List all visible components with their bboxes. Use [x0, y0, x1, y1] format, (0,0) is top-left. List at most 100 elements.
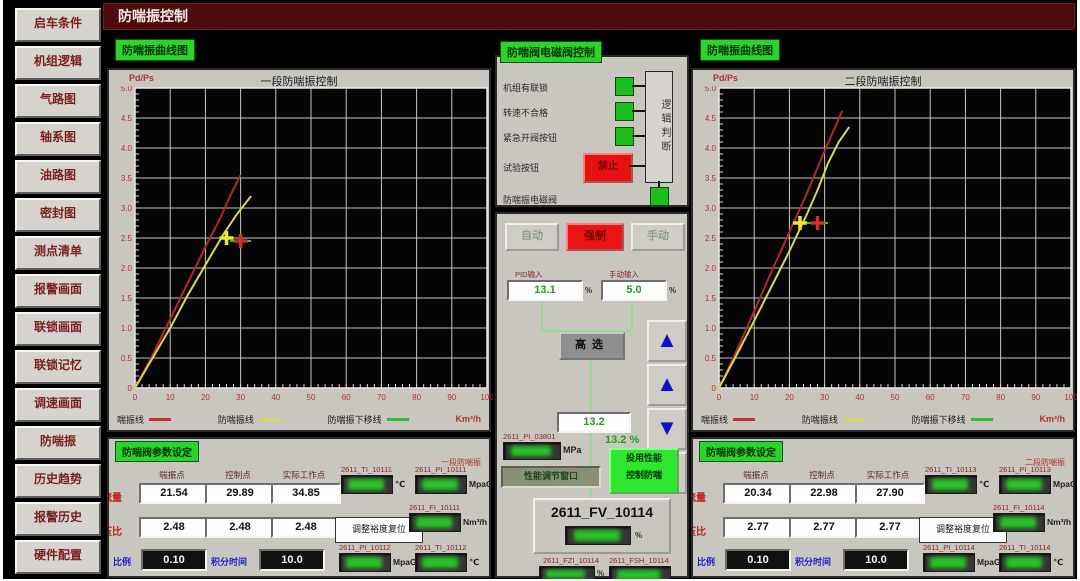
increase-fast-button[interactable]: ▲ — [647, 320, 687, 362]
row-label: 压比 — [691, 523, 706, 538]
svg-text:70: 70 — [377, 393, 386, 402]
force-mode-button[interactable]: 强制 — [566, 223, 624, 251]
legend-swatch — [149, 418, 171, 421]
proportional-value[interactable]: 0.10 — [725, 549, 791, 571]
sidebar-item-8[interactable]: 联锁画面 — [15, 312, 101, 346]
col-header: 控制点 — [789, 469, 855, 481]
manual-input-value[interactable]: 5.0 — [601, 280, 667, 301]
svg-text:0.5: 0.5 — [705, 354, 717, 363]
enable-line1: 投用性能 — [611, 450, 677, 467]
param-panel-header: 防喘阀参数设定 — [115, 441, 199, 462]
param-value[interactable]: 27.90 — [855, 483, 925, 504]
param-value[interactable]: 2.77 — [855, 517, 925, 538]
param-value[interactable]: 2.48 — [139, 517, 209, 538]
param-value[interactable]: 2.77 — [723, 517, 793, 538]
param-value[interactable]: 2.48 — [271, 517, 341, 538]
pid-input-label: PID输入 — [515, 269, 543, 280]
sidebar-item-14[interactable]: 硬件配置 — [15, 540, 101, 574]
integral-time-value[interactable]: 10.0 — [259, 549, 325, 571]
solenoid-valve-indicator — [650, 187, 669, 206]
legend-label: 防喘振线 — [802, 413, 838, 426]
param-value[interactable]: 20.34 — [723, 483, 793, 504]
sidebar-item-12[interactable]: 历史趋势 — [15, 464, 101, 498]
instrument-display — [341, 475, 393, 494]
sidebar-item-5[interactable]: 密封图 — [15, 198, 101, 232]
svg-text:1.5: 1.5 — [121, 294, 133, 303]
instrument-tag: 2611_TI_10113 — [925, 465, 976, 474]
instrument-unit: ℃ — [395, 479, 405, 490]
pid-input-value[interactable]: 13.1 — [507, 280, 583, 301]
test-forbid-button[interactable]: 禁止 — [583, 153, 633, 183]
instrument-tag: 2611_PI_10114 — [923, 543, 975, 552]
sidebar-item-9[interactable]: 联锁记忆 — [15, 350, 101, 384]
x-axis-unit: Km³/h — [455, 414, 481, 424]
surge-chart-stage2: 010203040506070809010000.51.01.52.02.53.… — [693, 86, 1077, 410]
solenoid-logic-panel: 机组有联锁转速不合格紧急开阀按钮试验按钮禁止 逻辑判断 防喘振电磁阀 — [495, 55, 689, 207]
param-value[interactable]: 2.77 — [789, 517, 859, 538]
sidebar-item-4[interactable]: 油路图 — [15, 160, 101, 194]
svg-text:40: 40 — [855, 393, 864, 402]
svg-text:3.0: 3.0 — [121, 204, 133, 213]
auto-mode-button[interactable]: 自动 — [505, 223, 559, 251]
param-value[interactable]: 34.85 — [271, 483, 341, 504]
svg-text:2.5: 2.5 — [705, 234, 717, 243]
sidebar-item-7[interactable]: 报警画面 — [15, 274, 101, 308]
svg-text:0: 0 — [717, 393, 722, 402]
manual-mode-button[interactable]: 手动 — [631, 223, 685, 251]
instrument-unit: ℃ — [469, 557, 479, 568]
svg-text:2.0: 2.0 — [121, 264, 133, 273]
svg-text:5.0: 5.0 — [705, 86, 717, 93]
row-label: 压比 — [107, 523, 122, 538]
svg-text:80: 80 — [996, 393, 1005, 402]
legend-label: 防喘振下移线 — [912, 413, 966, 426]
legend-item: 防喘振下移线 — [328, 413, 409, 426]
row-label: 流量 — [691, 489, 706, 504]
increase-button[interactable]: ▲ — [647, 364, 687, 406]
sidebar-item-3[interactable]: 轴系图 — [15, 122, 101, 156]
sidebar-item-0[interactable]: 启车条件 — [15, 8, 101, 42]
manual-input-label: 手动输入 — [609, 269, 639, 280]
instrument-unit: MpaG — [393, 557, 417, 567]
integral-time-value[interactable]: 10.0 — [843, 549, 909, 571]
legend-label: 喘振线 — [117, 413, 144, 426]
sidebar-item-2[interactable]: 气路图 — [15, 84, 101, 118]
high-select-button[interactable]: 高选 — [559, 332, 625, 360]
sidebar-item-6[interactable]: 测点清单 — [15, 236, 101, 270]
svg-text:2.5: 2.5 — [121, 234, 133, 243]
performance-window-button[interactable]: 性能调节窗口 — [501, 466, 601, 488]
chart-legend: 喘振线防喘振线防喘振下移线Km³/h — [117, 411, 481, 427]
connector-line — [629, 165, 645, 167]
solenoid-valve-label: 防喘振电磁阀 — [503, 193, 557, 206]
param-value[interactable]: 22.98 — [789, 483, 859, 504]
param-value[interactable]: 2.48 — [205, 517, 275, 538]
svg-text:90: 90 — [447, 393, 456, 402]
decrease-button[interactable]: ▼ — [647, 408, 687, 450]
col-header: 喘振点 — [723, 469, 789, 481]
signal-line — [541, 301, 543, 332]
page-title: 防喘振控制 — [118, 8, 188, 24]
svg-text:60: 60 — [342, 393, 351, 402]
enable-performance-button[interactable]: 投用性能 控制防喘 — [609, 448, 679, 494]
sidebar-item-11[interactable]: 防喘振 — [15, 426, 101, 460]
sidebar-item-10[interactable]: 调速画面 — [15, 388, 101, 422]
proportional-value[interactable]: 0.10 — [141, 549, 207, 571]
legend-item: 喘振线 — [701, 413, 755, 426]
legend-swatch — [387, 418, 409, 421]
instrument-display — [415, 553, 467, 572]
instrument-unit: MpaG — [1053, 479, 1075, 489]
instrument-unit: MpaG — [469, 479, 491, 489]
solenoid-row-label: 机组有联锁 — [503, 81, 548, 94]
instrument-display — [999, 475, 1051, 494]
sidebar-item-1[interactable]: 机组逻辑 — [15, 46, 101, 80]
solenoid-row-label: 转速不合格 — [503, 106, 548, 119]
surge-chart-panel-stage1: 一段防喘振控制 Pd/Ps 010203040506070809010000.5… — [107, 68, 491, 432]
solenoid-row-label: 紧急开阀按钮 — [503, 131, 557, 144]
col-header: 控制点 — [205, 469, 271, 481]
sidebar-item-13[interactable]: 报警历史 — [15, 502, 101, 536]
inlet-pressure-tag: 2611_PI_03801 — [503, 432, 555, 441]
param-value[interactable]: 21.54 — [139, 483, 209, 504]
enable-line2: 控制防喘 — [611, 467, 677, 484]
inlet-pressure-display — [503, 442, 561, 460]
param-value[interactable]: 29.89 — [205, 483, 275, 504]
valve-output-value: 13.2 — [557, 412, 631, 433]
